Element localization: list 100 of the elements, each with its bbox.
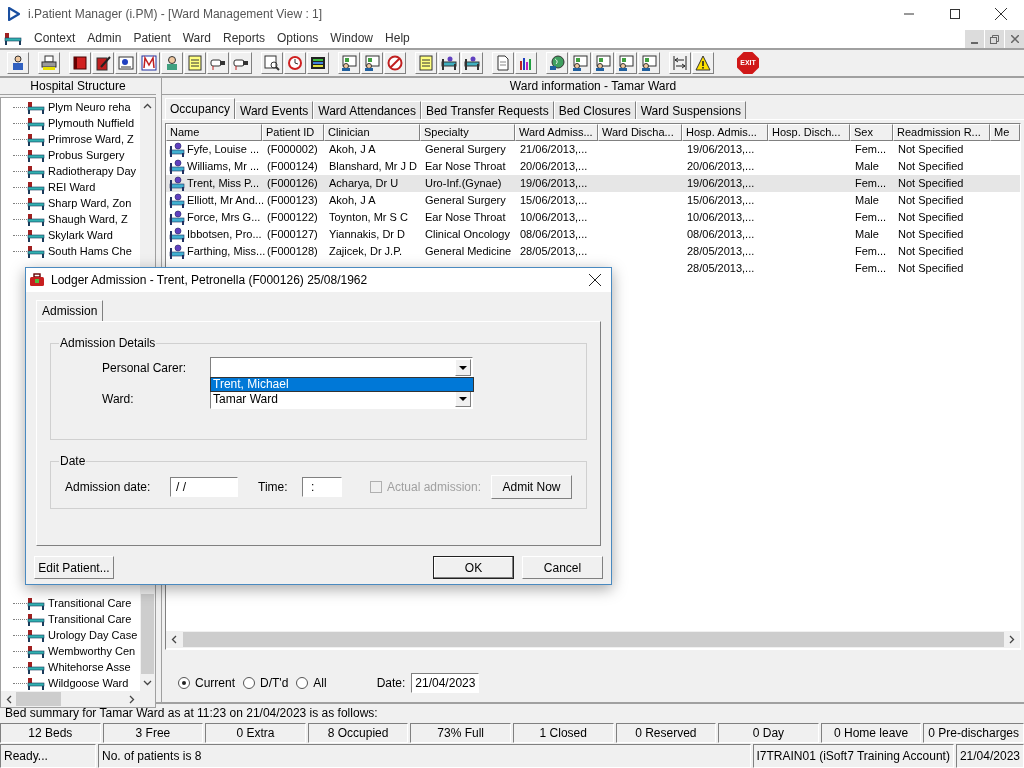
tree-item[interactable]: Primrose Ward, Z bbox=[48, 132, 134, 146]
patient-bed-icon bbox=[169, 209, 185, 226]
menu-item[interactable]: Reports bbox=[216, 29, 271, 47]
toolbar-button[interactable] bbox=[261, 52, 283, 74]
scroll-left-icon[interactable] bbox=[171, 635, 177, 644]
cancel-button[interactable]: Cancel bbox=[522, 556, 603, 579]
column-header[interactable]: Clinician bbox=[324, 124, 420, 141]
menu-item[interactable]: Admin bbox=[81, 29, 128, 47]
radio-button[interactable] bbox=[243, 677, 255, 689]
scroll-thumb[interactable] bbox=[16, 692, 61, 706]
column-header[interactable]: Me bbox=[990, 124, 1020, 141]
column-header[interactable]: Ward Discha... bbox=[598, 124, 682, 141]
tab[interactable]: Ward Attendances bbox=[313, 101, 421, 119]
admit-now-button[interactable]: Admit Now bbox=[491, 475, 572, 499]
tree-item[interactable]: Plym Neuro reha bbox=[48, 100, 131, 114]
tree-item[interactable]: South Hams Che bbox=[48, 244, 132, 258]
toolbar-button[interactable] bbox=[592, 52, 614, 74]
tab[interactable]: Bed Closures bbox=[553, 101, 636, 119]
table-cell-text: 28/05/2013,... bbox=[687, 261, 755, 277]
date-field[interactable]: 21/04/2023 bbox=[411, 673, 480, 693]
horizontal-scrollbar[interactable] bbox=[166, 631, 1020, 648]
mdi-restore-button[interactable] bbox=[985, 30, 1004, 48]
menu-item[interactable]: Window bbox=[324, 29, 380, 47]
menu-item[interactable]: Context bbox=[28, 29, 82, 47]
tree-item[interactable]: Probus Surgery bbox=[48, 148, 125, 162]
tree-item[interactable]: Skylark Ward bbox=[48, 228, 113, 242]
tree-item[interactable]: Plymouth Nuffield bbox=[48, 116, 134, 130]
tab[interactable]: Occupancy bbox=[165, 98, 236, 119]
mdi-minimize-button[interactable] bbox=[965, 30, 984, 48]
toolbar-button[interactable] bbox=[69, 52, 91, 74]
toolbar-button[interactable] bbox=[692, 52, 714, 74]
ok-button[interactable]: OK bbox=[433, 556, 514, 579]
toolbar-button[interactable] bbox=[92, 52, 114, 74]
menu-item[interactable]: Ward bbox=[176, 29, 217, 47]
tree-item[interactable]: Transitional Care bbox=[48, 596, 132, 610]
personal-carer-dropdown[interactable] bbox=[210, 357, 473, 378]
toolbar-button[interactable] bbox=[307, 52, 329, 74]
dropdown-option[interactable]: Trent, Michael bbox=[211, 378, 473, 391]
toolbar-button[interactable] bbox=[207, 52, 229, 74]
tree-item[interactable]: Transitional Care bbox=[48, 612, 132, 626]
column-header[interactable]: Hosp. Disch... bbox=[768, 124, 850, 141]
tree-item[interactable]: Shaugh Ward, Z bbox=[48, 212, 128, 226]
scroll-right-icon[interactable] bbox=[1009, 635, 1015, 644]
menu-item[interactable]: Options bbox=[271, 29, 325, 47]
column-header[interactable]: Readmission R... bbox=[893, 124, 990, 141]
admission-date-field[interactable]: / / bbox=[170, 477, 238, 497]
scroll-down-icon[interactable] bbox=[143, 680, 152, 686]
scroll-right-icon[interactable] bbox=[129, 694, 135, 704]
tree-item[interactable]: Sharp Ward, Zon bbox=[48, 196, 132, 210]
column-header[interactable]: Specialty bbox=[420, 124, 515, 141]
toolbar-button[interactable] bbox=[115, 52, 137, 74]
status-pane: 21/04/2023 bbox=[955, 744, 1024, 768]
tree-item[interactable]: Wildgoose Ward bbox=[48, 676, 129, 690]
radio-button[interactable] bbox=[178, 677, 190, 689]
column-header[interactable]: Sex bbox=[850, 124, 893, 141]
mdi-close-button[interactable] bbox=[1005, 30, 1024, 48]
toolbar-button[interactable] bbox=[638, 52, 660, 74]
tree-item[interactable]: Wembworthy Cen bbox=[48, 644, 136, 658]
tab[interactable]: Ward Suspensions bbox=[635, 101, 746, 119]
column-header[interactable]: Ward Admiss... bbox=[515, 124, 598, 141]
menu-item[interactable]: Patient bbox=[127, 29, 177, 47]
toolbar-button[interactable] bbox=[438, 52, 460, 74]
tree-item[interactable]: Radiotherapy Day bbox=[48, 164, 137, 178]
tree-item[interactable]: Urology Day Case bbox=[48, 628, 138, 642]
table-row[interactable]: Trent, Miss P... (F000126) Acharya, Dr U Uro-Inf.(Gynae) 19/06/2013,... 19/06/2013,... Fem... Not Specified bbox=[166, 175, 1020, 192]
tree-item[interactable]: REI Ward bbox=[48, 180, 96, 194]
toolbar-button[interactable] bbox=[515, 52, 537, 74]
card-icon bbox=[118, 55, 134, 71]
toolbar-button[interactable] bbox=[615, 52, 637, 74]
toolbar-button[interactable] bbox=[546, 52, 568, 74]
book-icon bbox=[72, 55, 88, 71]
column-header[interactable]: Name bbox=[166, 124, 262, 141]
tree-item[interactable]: Whitehorse Asse bbox=[48, 660, 131, 674]
toolbar-button[interactable] bbox=[461, 52, 483, 74]
toolbar-button[interactable] bbox=[161, 52, 183, 74]
table-cell-text: Male bbox=[855, 227, 879, 243]
warning-icon bbox=[695, 55, 711, 71]
scroll-thumb[interactable] bbox=[183, 632, 1004, 647]
time-field[interactable]: : bbox=[302, 477, 342, 497]
horizontal-scrollbar[interactable] bbox=[1, 691, 155, 707]
tab[interactable]: Bed Transfer Requests bbox=[420, 101, 554, 119]
scroll-up-icon[interactable] bbox=[143, 103, 152, 109]
scroll-left-icon[interactable] bbox=[6, 694, 12, 704]
person-icon bbox=[164, 55, 180, 71]
column-header[interactable]: Hosp. Admis... bbox=[682, 124, 768, 141]
column-header[interactable]: Patient ID bbox=[262, 124, 324, 141]
toolbar-button[interactable] bbox=[230, 52, 252, 74]
toolbar-button[interactable] bbox=[361, 52, 383, 74]
edit-patient-button[interactable]: Edit Patient... bbox=[34, 556, 114, 579]
toolbar-button[interactable] bbox=[338, 52, 360, 74]
radio-button[interactable] bbox=[296, 677, 309, 689]
toolbar-button[interactable] bbox=[138, 52, 160, 74]
tab[interactable]: Admission bbox=[36, 300, 104, 321]
toolbar-button[interactable] bbox=[569, 52, 591, 74]
tab[interactable]: Ward Events bbox=[235, 101, 314, 119]
menu-item[interactable]: Help bbox=[379, 29, 416, 47]
toolbar-button[interactable] bbox=[384, 52, 406, 74]
scroll-thumb[interactable] bbox=[141, 594, 154, 674]
toolbar-button[interactable] bbox=[669, 52, 691, 74]
table-cell-text: 08/06/2013,... bbox=[687, 227, 755, 243]
